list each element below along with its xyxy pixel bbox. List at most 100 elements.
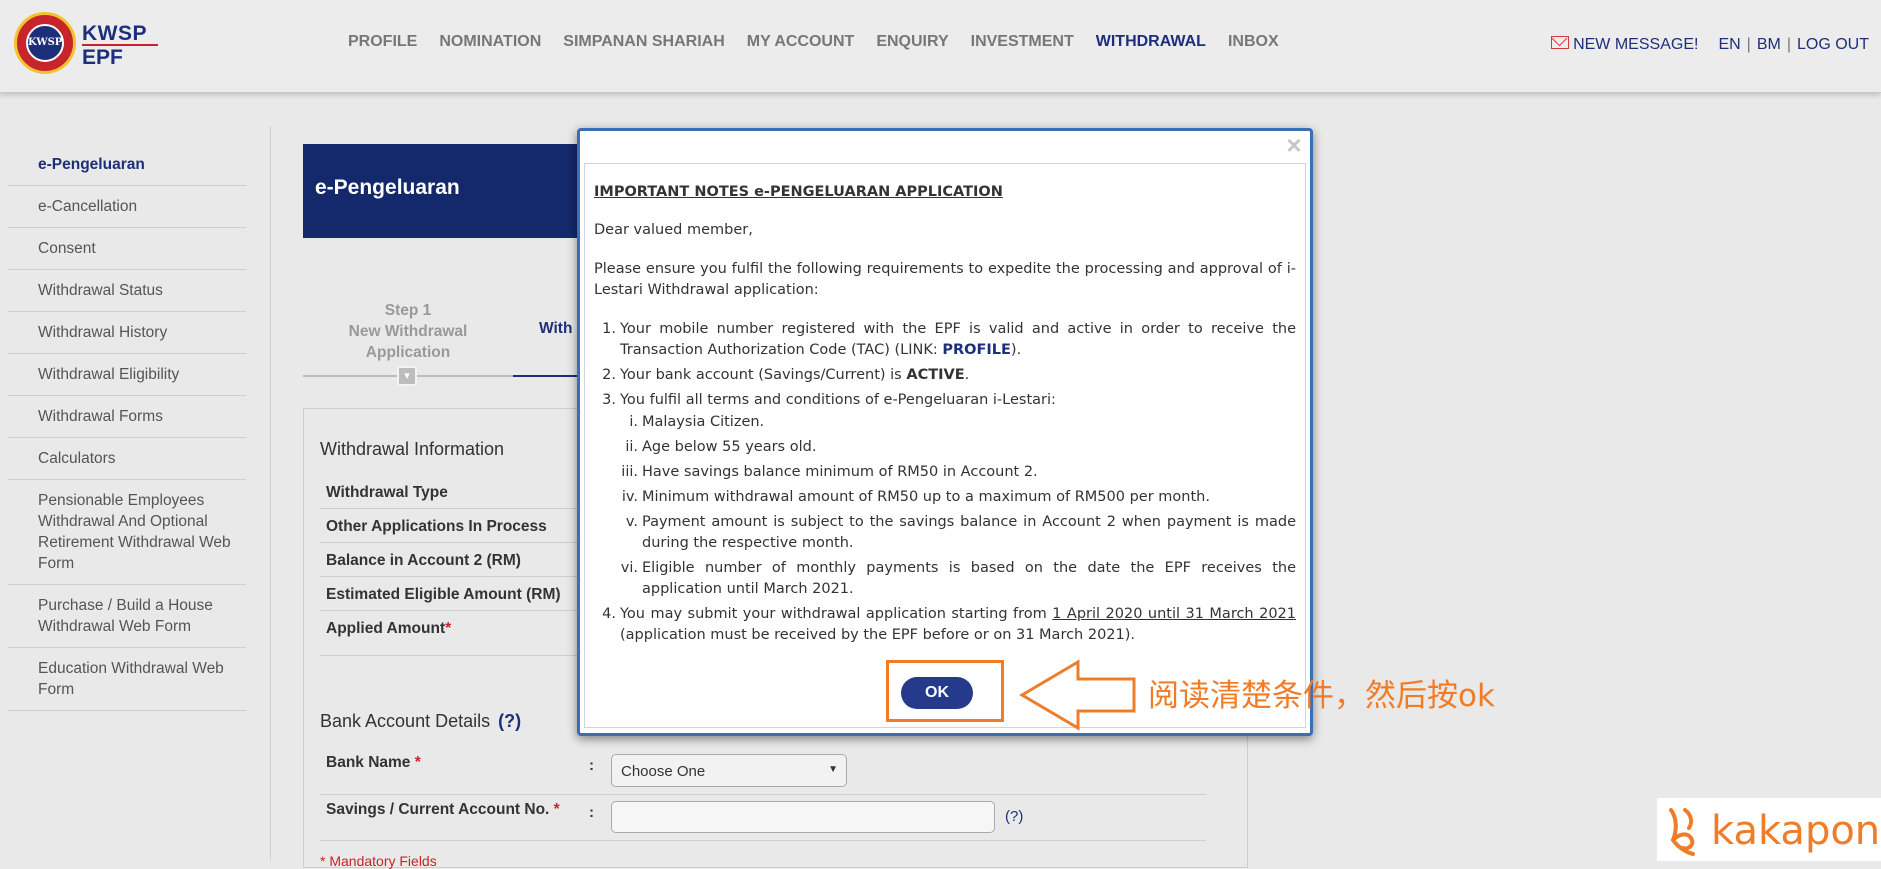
- dropdown-arrow-icon: ▼: [828, 764, 838, 775]
- mandatory-fields-note: * Mandatory Fields: [320, 853, 437, 869]
- estimated-eligible-label: Estimated Eligible Amount (RM): [326, 586, 561, 603]
- list-item: 4. You may submit your withdrawal applic…: [594, 604, 1296, 646]
- main-nav: PROFILE NOMINATION SIMPANAN SHARIAH MY A…: [348, 33, 1301, 51]
- required-mark: *: [414, 754, 421, 771]
- item2-text: Your bank account (Savings/Current) is: [620, 367, 907, 383]
- row-divider: [320, 610, 595, 611]
- seal-text: KWSP: [26, 24, 64, 62]
- nav-investment[interactable]: INVESTMENT: [971, 33, 1074, 51]
- bank-title-text: Bank Account Details: [320, 711, 491, 731]
- envelope-icon[interactable]: [1551, 35, 1570, 49]
- row-divider: [320, 655, 595, 656]
- sub-text: Eligible number of monthly payments is b…: [642, 560, 1296, 597]
- balance-account2-label: Balance in Account 2 (RM): [326, 552, 521, 569]
- intro-paragraph: Please ensure you fulfil the following r…: [594, 261, 1296, 298]
- kwsp-epf-logo[interactable]: KWSP KWSP EPF: [14, 12, 158, 80]
- nav-my-account[interactable]: MY ACCOUNT: [747, 33, 855, 51]
- list-item-text: You may submit your withdrawal applicati…: [620, 604, 1296, 646]
- modal-title: IMPORTANT NOTES e-PENGELUARAN APPLICATIO…: [594, 184, 1003, 200]
- step-1-subtitle: Application: [365, 344, 451, 361]
- sub-text: Minimum withdrawal amount of RM50 up to …: [642, 489, 1210, 505]
- logo-epf-text: EPF: [82, 46, 123, 69]
- withdrawal-information-title: Withdrawal Information: [320, 439, 505, 459]
- new-message-link[interactable]: NEW MESSAGE!: [1573, 36, 1698, 54]
- separator: |: [1786, 36, 1791, 53]
- sidebar-item-e-cancellation[interactable]: e-Cancellation: [8, 186, 246, 228]
- kwsp-seal-icon: KWSP: [14, 12, 76, 74]
- sub-number: vi.: [620, 560, 638, 576]
- list-item-text: Your bank account (Savings/Current) is A…: [620, 365, 1296, 386]
- bank-name-select[interactable]: Choose One ▼: [611, 754, 847, 787]
- nav-withdrawal[interactable]: WITHDRAWAL: [1096, 33, 1206, 51]
- nav-simpanan-shariah[interactable]: SIMPANAN SHARIAH: [563, 33, 724, 51]
- account-number-input[interactable]: [611, 801, 995, 833]
- watermark-text: kakapon: [1711, 808, 1881, 854]
- sidebar-item-e-pengeluaran[interactable]: e-Pengeluaran: [8, 144, 246, 186]
- kakapon-watermark: kakapon: [1657, 798, 1881, 861]
- item2-bold: ACTIVE: [906, 367, 965, 383]
- required-mark: *: [445, 620, 452, 637]
- step-1-title: New Withdrawal: [348, 323, 468, 340]
- list-item: 2. Your bank account (Savings/Current) i…: [594, 365, 1296, 386]
- profile-link[interactable]: PROFILE: [942, 342, 1011, 358]
- sub-number: iii.: [621, 464, 638, 480]
- step-2-label: With: [539, 320, 573, 337]
- ok-button[interactable]: OK: [901, 677, 973, 709]
- kakapon-logo-icon: [1669, 808, 1695, 856]
- applied-amount-text: Applied Amount: [326, 620, 446, 637]
- top-right-links: NEW MESSAGE! EN | BM | LOG OUT: [1551, 35, 1869, 54]
- item4-end: (application must be received by the EPF…: [620, 627, 1136, 643]
- item1-end: ).: [1010, 342, 1022, 358]
- close-icon[interactable]: ×: [1282, 132, 1306, 158]
- bank-select-value: Choose One: [621, 763, 706, 780]
- bank-account-details-title: Bank Account Details (?): [320, 711, 521, 732]
- account-number-label: Savings / Current Account No. *: [326, 801, 596, 819]
- sidebar-item-purchase-house[interactable]: Purchase / Build a House Withdrawal Web …: [8, 585, 246, 648]
- sidebar: e-Pengeluaran e-Cancellation Consent Wit…: [8, 144, 246, 711]
- sidebar-item-withdrawal-history[interactable]: Withdrawal History: [8, 312, 246, 354]
- sidebar-item-withdrawal-forms[interactable]: Withdrawal Forms: [8, 396, 246, 438]
- sidebar-divider: [270, 126, 271, 861]
- lang-bm-link[interactable]: BM: [1757, 36, 1781, 54]
- account-number-text: Savings / Current Account No.: [326, 801, 550, 818]
- list-item-text: You fulfil all terms and conditions of e…: [620, 392, 1056, 408]
- sidebar-item-pensionable-employees[interactable]: Pensionable Employees Withdrawal And Opt…: [8, 480, 246, 585]
- top-header: KWSP KWSP EPF PROFILE NOMINATION SIMPANA…: [0, 0, 1881, 93]
- sub-text: Age below 55 years old.: [642, 439, 817, 455]
- list-number: 1.: [602, 321, 616, 337]
- list-item-text: Your mobile number registered with the E…: [620, 319, 1296, 361]
- important-notes-modal: × IMPORTANT NOTES e-PENGELUARAN APPLICAT…: [577, 128, 1313, 736]
- sidebar-item-education-withdrawal[interactable]: Education Withdrawal Web Form: [8, 648, 246, 711]
- bank-name-text: Bank Name: [326, 754, 411, 771]
- item2-end: .: [964, 367, 970, 383]
- logo-kwsp-text: KWSP: [82, 22, 147, 45]
- nav-enquiry[interactable]: ENQUIRY: [876, 33, 948, 51]
- nav-inbox[interactable]: INBOX: [1228, 33, 1279, 51]
- list-number: 4.: [602, 606, 616, 622]
- sub-text: Payment amount is subject to the savings…: [642, 514, 1296, 551]
- bank-name-label: Bank Name *: [326, 754, 576, 772]
- modal-content: IMPORTANT NOTES e-PENGELUARAN APPLICATIO…: [594, 182, 1296, 650]
- sidebar-item-withdrawal-eligibility[interactable]: Withdrawal Eligibility: [8, 354, 246, 396]
- chevron-down-icon: ▾: [397, 366, 417, 386]
- list-number: 3.: [602, 392, 616, 408]
- lang-en-link[interactable]: EN: [1718, 36, 1740, 54]
- sidebar-item-consent[interactable]: Consent: [8, 228, 246, 270]
- sidebar-item-withdrawal-status[interactable]: Withdrawal Status: [8, 270, 246, 312]
- sub-list-item: iii. Have savings balance minimum of RM50…: [594, 462, 1296, 483]
- logout-link[interactable]: LOG OUT: [1797, 36, 1869, 54]
- nav-nomination[interactable]: NOMINATION: [439, 33, 541, 51]
- sub-number: iv.: [621, 489, 638, 505]
- left-arrow-icon: [1019, 659, 1136, 731]
- nav-profile[interactable]: PROFILE: [348, 33, 417, 51]
- sub-number: ii.: [625, 439, 638, 455]
- sub-list-item: v. Payment amount is subject to the savin…: [594, 512, 1296, 554]
- bank-help-link[interactable]: (?): [498, 711, 521, 731]
- sub-list-item: ii. Age below 55 years old.: [594, 437, 1296, 458]
- sidebar-item-calculators[interactable]: Calculators: [8, 438, 246, 480]
- sub-list-item: i. Malaysia Citizen.: [594, 412, 1296, 433]
- step-1-number: Step 1: [384, 302, 432, 319]
- required-mark: *: [553, 801, 560, 818]
- account-help-link[interactable]: (?): [1005, 808, 1023, 825]
- other-applications-label: Other Applications In Process: [326, 518, 547, 535]
